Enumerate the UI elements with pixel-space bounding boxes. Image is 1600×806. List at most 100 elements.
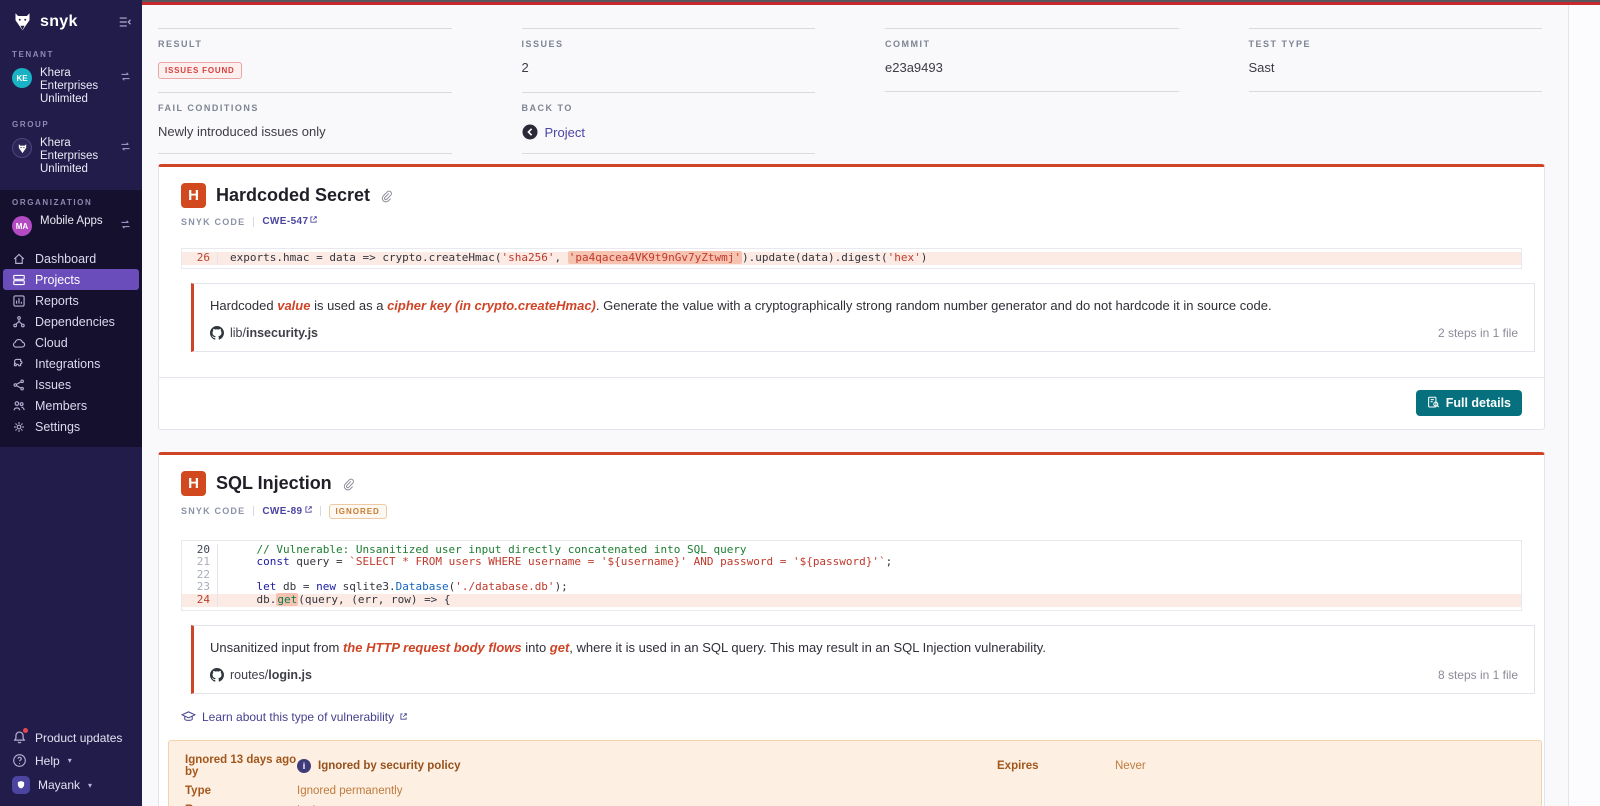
commit-label: COMMIT xyxy=(885,39,1179,49)
sidebar-item-issues[interactable]: Issues xyxy=(0,374,142,395)
tenant-name: Khera Enterprises Unlimited xyxy=(40,67,111,106)
meta-divider xyxy=(320,506,321,516)
issue-title: Hardcoded Secret xyxy=(216,185,370,206)
home-icon xyxy=(12,252,26,266)
org-switcher[interactable]: MA Mobile Apps xyxy=(0,212,142,244)
back-to-cell: BACK TO Project xyxy=(522,92,816,154)
code-line: 26exports.hmac = data => crypto.createHm… xyxy=(182,252,1521,265)
sidebar-collapse-icon[interactable] xyxy=(118,15,132,29)
sidebar-item-label: Issues xyxy=(35,378,71,392)
line-number: 26 xyxy=(182,252,218,265)
help-icon xyxy=(12,753,27,768)
sidebar: snyk TENANT KE Khera Enterprises Unlimit… xyxy=(0,0,142,806)
issues-icon xyxy=(12,378,26,392)
org-section-label: ORGANIZATION xyxy=(0,192,142,212)
sidebar-item-label: Settings xyxy=(35,420,80,434)
swap-group-icon[interactable] xyxy=(119,140,132,153)
severity-badge-high: H xyxy=(181,471,206,496)
right-pane xyxy=(1569,5,1600,806)
help-menu[interactable]: Help ▾ xyxy=(12,753,130,768)
steps-count: 8 steps in 1 file xyxy=(1438,668,1518,682)
fail-conditions-cell: FAIL CONDITIONS Newly introduced issues … xyxy=(158,92,452,154)
members-icon xyxy=(12,399,26,413)
projects-icon xyxy=(12,273,26,287)
result-cell: RESULT ISSUES FOUND xyxy=(158,28,452,92)
issue-title: SQL Injection xyxy=(216,473,332,494)
line-number: 21 xyxy=(182,556,218,569)
group-name: Khera Enterprises Unlimited xyxy=(40,137,111,176)
meta-divider xyxy=(253,506,254,516)
issue-card-sql-injection: H SQL Injection SNYK CODE CWE-89 IGNORED… xyxy=(158,452,1545,806)
test-type-cell: TEST TYPE Sast xyxy=(1249,28,1543,92)
sidebar-item-cloud[interactable]: Cloud xyxy=(0,332,142,353)
result-label: RESULT xyxy=(158,39,452,49)
issues-label: ISSUES xyxy=(522,39,816,49)
sidebar-item-label: Dashboard xyxy=(35,252,96,266)
tenant-section-label: TENANT xyxy=(0,44,142,64)
full-details-button[interactable]: Full details xyxy=(1416,390,1522,416)
issue-description-box: Unsanitized input from the HTTP request … xyxy=(191,625,1535,694)
sidebar-item-label: Members xyxy=(35,399,87,413)
product-updates-button[interactable]: Product updates xyxy=(12,730,130,745)
sidebar-item-label: Dependencies xyxy=(35,315,115,329)
learn-link-label: Learn about this type of vulnerability xyxy=(202,710,394,724)
sidebar-item-label: Integrations xyxy=(35,357,100,371)
details-doc-icon xyxy=(1427,396,1440,409)
snyk-logo-text: snyk xyxy=(40,13,78,31)
top-accent-bar xyxy=(142,2,1600,5)
sidebar-item-integrations[interactable]: Integrations xyxy=(0,353,142,374)
notification-dot xyxy=(22,727,29,734)
org-name: Mobile Apps xyxy=(40,215,111,228)
fail-conditions-label: FAIL CONDITIONS xyxy=(158,103,452,113)
permalink-icon[interactable] xyxy=(380,190,393,203)
group-switcher[interactable]: Khera Enterprises Unlimited xyxy=(0,134,142,184)
external-link-icon xyxy=(310,216,317,223)
issue-card-hardcoded-secret: H Hardcoded Secret SNYK CODE CWE-547 26e… xyxy=(158,164,1545,430)
issues-count: 2 xyxy=(522,60,816,75)
snyk-logo-icon xyxy=(12,11,33,32)
issue-description: Unsanitized input from the HTTP request … xyxy=(210,639,1518,656)
github-icon xyxy=(210,668,224,682)
learn-vulnerability-link[interactable]: Learn about this type of vulnerability xyxy=(181,710,1522,724)
chevron-down-icon: ▾ xyxy=(68,756,72,765)
swap-org-icon[interactable] xyxy=(119,218,132,231)
ignore-row: Ignored 13 days ago byiIgnored by securi… xyxy=(185,751,1525,782)
test-type-label: TEST TYPE xyxy=(1249,39,1543,49)
line-number: 24 xyxy=(182,594,218,607)
severity-badge-high: H xyxy=(181,183,206,208)
user-menu[interactable]: Mayank ▾ xyxy=(12,776,130,794)
sidebar-item-settings[interactable]: Settings xyxy=(0,416,142,437)
sidebar-item-label: Cloud xyxy=(35,336,68,350)
test-summary: RESULT ISSUES FOUND ISSUES 2 COMMIT e23a… xyxy=(158,28,1542,154)
sidebar-item-reports[interactable]: Reports xyxy=(0,290,142,311)
code-snippet: 26exports.hmac = data => crypto.createHm… xyxy=(181,248,1522,269)
cwe-id: CWE-89 xyxy=(262,506,302,517)
integrations-icon xyxy=(12,357,26,371)
ignore-row: Reasontest reason xyxy=(185,801,1525,806)
cwe-link[interactable]: CWE-89 xyxy=(262,506,311,517)
external-link-icon xyxy=(400,713,407,720)
issue-description: Hardcoded value is used as a cipher key … xyxy=(210,297,1518,314)
back-to-label: BACK TO xyxy=(522,103,816,113)
sidebar-item-dashboard[interactable]: Dashboard xyxy=(0,248,142,269)
organization-panel: ORGANIZATION MA Mobile Apps Dashboard Pr… xyxy=(0,190,142,447)
back-to-project-label: Project xyxy=(545,125,585,140)
issues-cell: ISSUES 2 xyxy=(522,28,816,92)
issues-found-badge: ISSUES FOUND xyxy=(158,62,242,79)
steps-count: 2 steps in 1 file xyxy=(1438,326,1518,340)
fail-conditions-value: Newly introduced issues only xyxy=(158,124,452,139)
sidebar-item-dependencies[interactable]: Dependencies xyxy=(0,311,142,332)
test-type-value: Sast xyxy=(1249,60,1543,75)
gear-icon xyxy=(12,420,26,434)
cwe-link[interactable]: CWE-547 xyxy=(262,216,317,227)
main-content: RESULT ISSUES FOUND ISSUES 2 COMMIT e23a… xyxy=(142,0,1600,806)
swap-tenant-icon[interactable] xyxy=(119,70,132,83)
permalink-icon[interactable] xyxy=(342,478,355,491)
tenant-switcher[interactable]: KE Khera Enterprises Unlimited xyxy=(0,64,142,114)
commit-hash: e23a9493 xyxy=(885,60,1179,75)
user-avatar xyxy=(12,776,30,794)
file-path: lib/insecurity.js xyxy=(230,326,318,340)
sidebar-item-members[interactable]: Members xyxy=(0,395,142,416)
back-to-project-link[interactable]: Project xyxy=(522,124,816,140)
sidebar-item-projects[interactable]: Projects xyxy=(3,269,139,290)
